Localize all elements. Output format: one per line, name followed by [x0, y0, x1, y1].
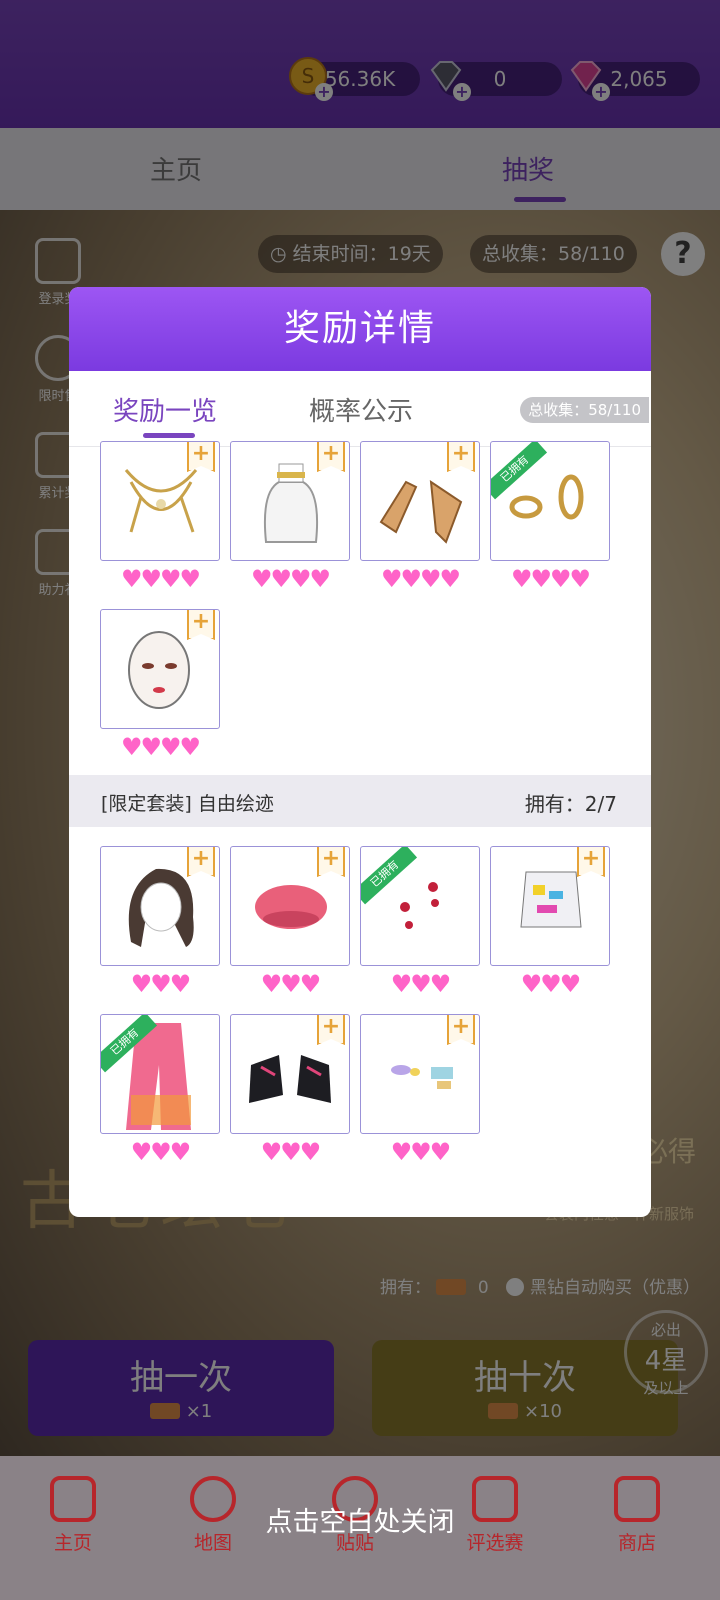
owned-tag: 已拥有	[361, 847, 418, 905]
item-rarity-hearts: ♥♥♥	[260, 1138, 322, 1166]
reward-item[interactable]: +	[360, 1014, 480, 1134]
owned-ribbon: 已拥有	[101, 1015, 161, 1075]
owned-tag: 已拥有	[101, 1015, 158, 1073]
item-rarity-hearts: ♥♥♥♥	[120, 565, 201, 593]
reward-item[interactable]: +	[100, 609, 220, 729]
modal-collection-pill: 总收集：58/110	[520, 397, 649, 423]
owned-ribbon: 已拥有	[361, 847, 421, 907]
reward-item[interactable]: 已拥有	[100, 1014, 220, 1134]
modal-title: 奖励详情	[69, 287, 651, 371]
item-rarity-hearts: ♥♥♥♥	[120, 733, 201, 761]
item-rarity-hearts: ♥♥♥♥	[380, 565, 461, 593]
suit-header: [限定套装] 自由绘迹 拥有：2/7	[69, 775, 651, 827]
tab-probability[interactable]: 概率公示	[309, 391, 413, 428]
reward-item[interactable]: +	[230, 441, 350, 561]
reward-detail-modal: 奖励详情 奖励一览 概率公示 总收集：58/110 + ♥♥♥♥ + ♥♥♥♥ …	[69, 287, 651, 1217]
suit-name: [限定套装] 自由绘迹	[101, 793, 274, 815]
item-rarity-hearts: ♥♥♥♥	[250, 565, 331, 593]
suit-owned-count: 拥有：2/7	[524, 792, 617, 816]
owned-tag: 已拥有	[491, 442, 548, 500]
reward-item[interactable]: 已拥有	[360, 846, 480, 966]
reward-item[interactable]: +	[100, 441, 220, 561]
reward-item[interactable]: +	[230, 846, 350, 966]
modal-tab-indicator	[143, 433, 195, 438]
reward-item[interactable]: 已拥有	[490, 441, 610, 561]
reward-item[interactable]: +	[230, 1014, 350, 1134]
item-rarity-hearts: ♥♥♥♥	[510, 565, 591, 593]
close-hint: 点击空白处关闭	[265, 1507, 455, 1538]
item-rarity-hearts: ♥♥♥	[520, 970, 582, 998]
item-rarity-hearts: ♥♥♥	[130, 1138, 192, 1166]
item-rarity-hearts: ♥♥♥	[130, 970, 192, 998]
reward-item[interactable]: +	[490, 846, 610, 966]
reward-item[interactable]: +	[100, 846, 220, 966]
item-rarity-hearts: ♥♥♥	[390, 1138, 452, 1166]
tab-rewards-overview[interactable]: 奖励一览	[113, 391, 217, 428]
item-rarity-hearts: ♥♥♥	[260, 970, 322, 998]
owned-ribbon: 已拥有	[491, 442, 551, 502]
reward-item[interactable]: +	[360, 441, 480, 561]
item-rarity-hearts: ♥♥♥	[390, 970, 452, 998]
